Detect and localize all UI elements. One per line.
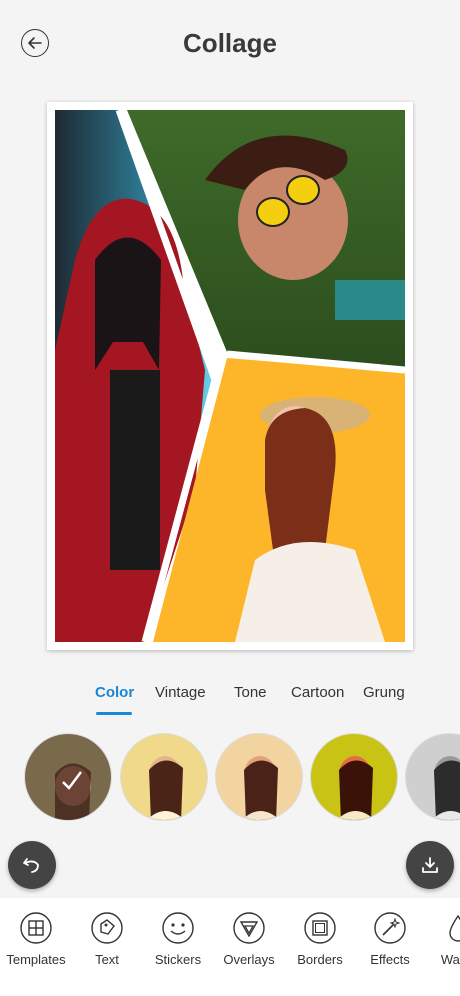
filter-thumb-4[interactable] xyxy=(310,733,398,821)
tool-borders[interactable]: Borders xyxy=(280,912,360,967)
download-button[interactable] xyxy=(406,841,454,889)
tab-tone[interactable]: Tone xyxy=(234,684,267,701)
page-title: Collage xyxy=(183,28,277,58)
filter-thumb-color[interactable] xyxy=(24,733,112,821)
overlay-triangle-icon xyxy=(233,912,265,944)
tool-templates[interactable]: Templates xyxy=(0,912,76,967)
top-bar: Collage xyxy=(0,0,460,90)
tab-grunge[interactable]: Grung xyxy=(363,684,405,701)
tool-label: Borders xyxy=(297,952,343,967)
active-tab-indicator xyxy=(96,712,132,715)
tool-label: Water xyxy=(440,952,460,967)
tool-text[interactable]: Text xyxy=(67,912,147,967)
tool-water[interactable]: Water xyxy=(418,912,460,967)
tool-stickers[interactable]: Stickers xyxy=(138,912,218,967)
filter-thumb-3[interactable] xyxy=(215,733,303,821)
tab-vintage[interactable]: Vintage xyxy=(155,684,206,701)
tool-label: Templates xyxy=(6,952,66,967)
tool-overlays[interactable]: Overlays xyxy=(209,912,289,967)
undo-icon xyxy=(23,858,39,873)
collage-canvas[interactable] xyxy=(47,102,413,650)
magic-wand-icon xyxy=(374,912,406,944)
filter-thumbnail-strip xyxy=(0,733,460,827)
tab-cartoon[interactable]: Cartoon xyxy=(291,684,344,701)
tab-color[interactable]: Color xyxy=(95,684,134,701)
text-tag-icon xyxy=(91,912,123,944)
tool-label: Overlays xyxy=(223,952,275,967)
download-icon xyxy=(422,857,438,873)
smiley-icon xyxy=(162,912,194,944)
water-drop-icon xyxy=(442,912,460,944)
border-square-icon xyxy=(304,912,336,944)
tool-label: Stickers xyxy=(154,952,202,967)
filter-thumb-5[interactable] xyxy=(405,733,460,821)
collage-image xyxy=(55,110,405,642)
bottom-toolbar: Templates Text Stickers Overlays Borders… xyxy=(0,898,460,996)
templates-icon xyxy=(20,912,52,944)
filter-thumb-2[interactable] xyxy=(120,733,208,821)
filter-category-tabs: Color Vintage Tone Cartoon Grung xyxy=(0,676,460,720)
tool-label: Text xyxy=(95,952,119,967)
undo-button[interactable] xyxy=(8,841,56,889)
